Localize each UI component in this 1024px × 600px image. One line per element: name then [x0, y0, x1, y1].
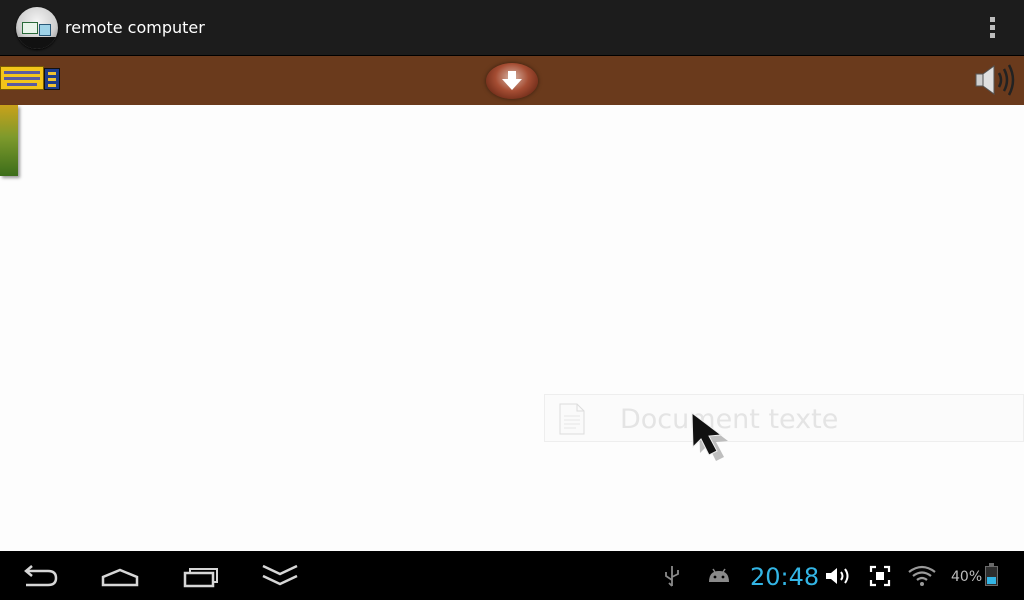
- document-list-item[interactable]: Document texte: [544, 394, 1024, 442]
- screenshot-icon[interactable]: [868, 564, 892, 588]
- keyboard-icon[interactable]: [0, 66, 44, 90]
- wallpaper-thumbnail[interactable]: [0, 105, 18, 176]
- recent-apps-icon: [183, 568, 218, 588]
- clock: 20:48: [750, 563, 820, 591]
- wifi-icon: [908, 565, 936, 586]
- android-debug-icon: [709, 568, 729, 582]
- battery-fill: [987, 576, 996, 584]
- volume-icon[interactable]: [824, 564, 852, 588]
- mouse-cursor-icon: [691, 411, 728, 461]
- action-bar: remote computer: [0, 0, 1024, 56]
- speaker-icon[interactable]: [972, 63, 1020, 97]
- back-icon: [24, 565, 58, 587]
- hide-keyboard-button[interactable]: [260, 561, 300, 591]
- usb-icon: [665, 566, 679, 587]
- download-button[interactable]: [486, 63, 538, 99]
- text-document-icon: [559, 403, 585, 435]
- download-arrow-icon: [502, 71, 522, 90]
- monitor-icon: [22, 22, 38, 34]
- battery-percent: 40%: [951, 569, 983, 585]
- keypad-icon[interactable]: [44, 68, 60, 90]
- phone-icon: [39, 24, 51, 36]
- app-title: remote computer: [65, 18, 205, 37]
- battery-icon: [985, 563, 998, 586]
- overflow-menu-icon[interactable]: [982, 16, 1002, 40]
- recent-apps-button[interactable]: [181, 561, 221, 591]
- remote-computer-app-icon[interactable]: [16, 7, 58, 49]
- home-button[interactable]: [100, 561, 140, 591]
- hide-keyboard-icon: [262, 564, 298, 586]
- home-icon: [101, 568, 139, 587]
- remote-screen[interactable]: Document texte: [0, 105, 1024, 551]
- back-button[interactable]: [20, 561, 60, 591]
